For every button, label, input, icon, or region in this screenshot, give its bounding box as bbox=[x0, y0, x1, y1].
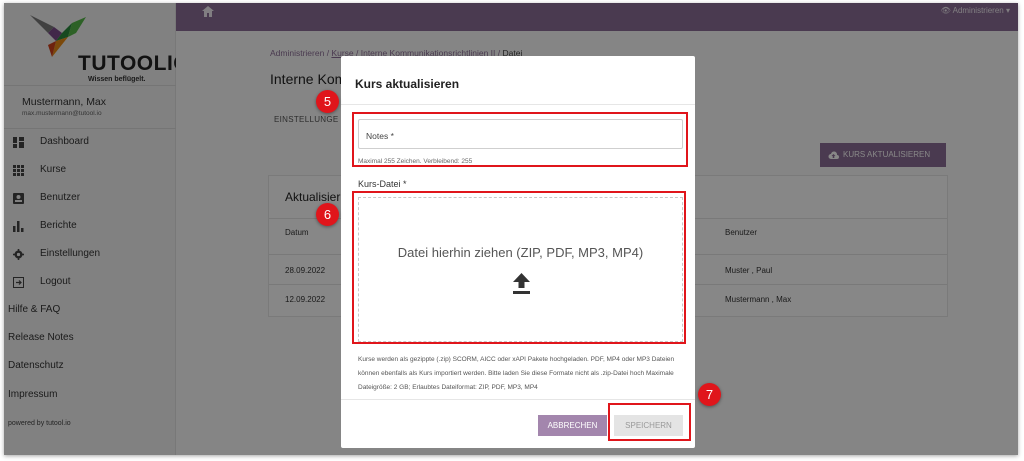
divider bbox=[341, 399, 695, 400]
step-marker: 7 bbox=[698, 383, 721, 406]
file-label: Kurs-Datei * bbox=[358, 179, 407, 189]
step-marker: 6 bbox=[316, 203, 339, 226]
step-marker: 5 bbox=[316, 90, 339, 113]
cancel-button[interactable]: ABBRECHEN bbox=[538, 415, 607, 436]
highlight-dropzone bbox=[352, 191, 686, 344]
divider bbox=[341, 104, 695, 105]
upload-info-text: Kurse werden als gezippte (.zip) SCORM, … bbox=[358, 356, 675, 391]
app-window: TUTOOLIO Wissen beflügelt. Mustermann, M… bbox=[4, 3, 1018, 455]
highlight-save bbox=[608, 403, 691, 441]
dialog-title: Kurs aktualisieren bbox=[355, 77, 460, 91]
highlight-notes bbox=[352, 112, 688, 167]
